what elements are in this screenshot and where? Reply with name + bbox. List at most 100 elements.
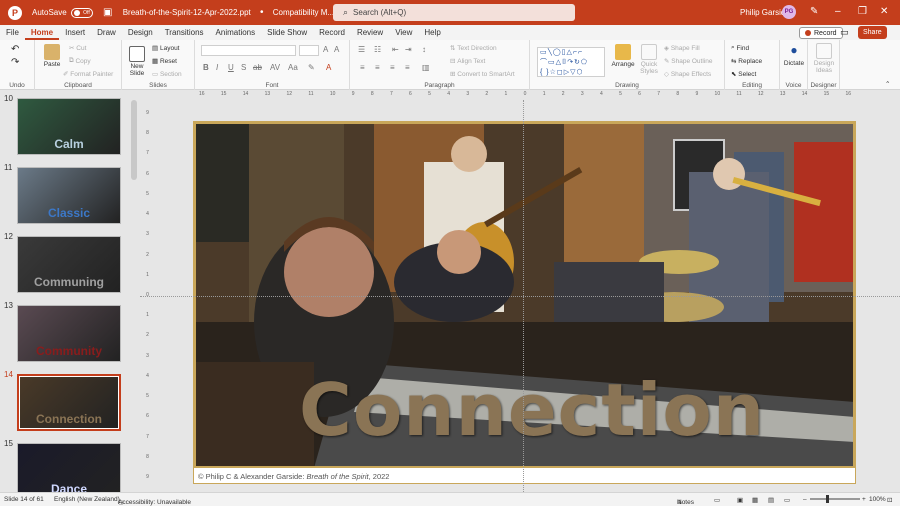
tab-help[interactable]: Help (418, 25, 446, 40)
slide-number: 15 (4, 439, 13, 448)
record-button[interactable]: Record (799, 27, 843, 39)
save-icon[interactable]: ▣ (101, 6, 115, 20)
tab-transitions[interactable]: Transitions (159, 25, 210, 40)
section-button[interactable]: ▭ Section (152, 70, 182, 79)
slide-thumbnail[interactable]: Community (17, 305, 121, 362)
bullets-icon[interactable]: ☰ (358, 45, 365, 54)
align-text-button[interactable]: ⊟ Align Text (450, 57, 485, 66)
normal-view-icon[interactable]: ▣ (737, 496, 743, 504)
tab-slide-show[interactable]: Slide Show (261, 25, 313, 40)
pen-icon[interactable]: ✎ (810, 6, 818, 17)
shape-outline-button[interactable]: ✎ Shape Outline (664, 57, 712, 66)
italic-icon[interactable]: I (216, 63, 218, 72)
thumbnail-scrollbar[interactable] (131, 100, 137, 180)
fit-to-window-icon[interactable]: ⊡ (887, 496, 892, 504)
numbering-icon[interactable]: ☷ (374, 45, 381, 54)
underline-icon[interactable]: U (228, 63, 234, 72)
minimize-icon[interactable]: – (835, 6, 841, 17)
slide-sorter-icon[interactable]: ▦ (752, 496, 758, 504)
tab-draw[interactable]: Draw (91, 25, 122, 40)
compatibility-mode-label[interactable]: Compatibility M... (273, 8, 334, 17)
tab-file[interactable]: File (0, 25, 25, 40)
justify-icon[interactable]: ≡ (405, 63, 410, 72)
clipboard-group-label: Clipboard (64, 82, 92, 89)
new-slide-button[interactable]: New Slide (126, 46, 148, 77)
dictate-button[interactable]: ● Dictate (782, 43, 806, 67)
tab-record[interactable]: Record (313, 25, 351, 40)
reading-view-icon[interactable]: ▤ (768, 496, 774, 504)
shape-effects-button[interactable]: ◇ Shape Effects (664, 70, 711, 79)
decrease-indent-icon[interactable]: ⇤ (392, 45, 399, 54)
search-box[interactable]: ⌕ Search (Alt+Q) (333, 4, 575, 21)
slide-counter[interactable]: Slide 14 of 61 (4, 496, 44, 503)
zoom-slider-knob[interactable] (826, 495, 829, 503)
shadow-icon[interactable]: S (241, 63, 246, 72)
zoom-in-icon[interactable]: + (862, 496, 866, 503)
bold-icon[interactable]: B (203, 63, 209, 72)
autosave-toggle[interactable]: Off (70, 7, 93, 18)
tab-insert[interactable]: Insert (59, 25, 91, 40)
zoom-slider[interactable] (810, 498, 860, 500)
slide-caption[interactable]: © Philip C & Alexander Garside: Breath o… (198, 472, 389, 481)
design-ideas-button[interactable]: Design Ideas (810, 43, 838, 74)
vertical-guide[interactable] (523, 100, 524, 492)
spacing-icon[interactable]: AV (270, 63, 280, 72)
paste-button[interactable]: Paste (39, 44, 65, 68)
language-status[interactable]: English (New Zealand) (54, 496, 120, 503)
align-right-icon[interactable]: ≡ (390, 63, 395, 72)
ruler-tick: 2 (561, 91, 565, 97)
slide-thumbnail[interactable]: Classic (17, 167, 121, 224)
tab-view[interactable]: View (389, 25, 418, 40)
convert-smartart-button[interactable]: ⊞ Convert to SmartArt (450, 70, 515, 79)
font-color-icon[interactable]: A (326, 63, 331, 72)
slide-thumbnail[interactable]: Connection (17, 374, 121, 431)
tab-review[interactable]: Review (351, 25, 389, 40)
font-size-combo[interactable] (299, 45, 319, 56)
tab-home[interactable]: Home (24, 25, 60, 40)
collapse-ribbon-icon[interactable]: ⌃ (885, 80, 890, 88)
copy-button[interactable]: ⧉ Copy (69, 57, 91, 65)
avatar[interactable]: PG (782, 5, 796, 19)
slide-thumbnail[interactable]: Communing (17, 236, 121, 293)
line-spacing-icon[interactable]: ↕ (422, 45, 426, 54)
format-painter-button[interactable]: ✐ Format Painter (63, 70, 113, 79)
columns-icon[interactable]: ▥ (422, 63, 430, 72)
restore-icon[interactable]: ❐ (858, 6, 867, 17)
strikethrough-icon[interactable]: ab (253, 63, 262, 72)
select-button[interactable]: ⬉ Select (731, 70, 756, 79)
decrease-font-icon[interactable]: A (334, 45, 339, 54)
case-icon[interactable]: Aa (288, 63, 298, 72)
layout-button[interactable]: ▤ Layout (152, 44, 180, 53)
quick-styles-button[interactable]: Quick Styles (638, 44, 660, 75)
current-slide[interactable]: Connection © Philip C & Alexander Garsid… (193, 121, 856, 484)
tab-animations[interactable]: Animations (210, 25, 262, 40)
replace-button[interactable]: ⇆ Replace (731, 57, 762, 66)
share-button[interactable]: Share (858, 26, 887, 39)
redo-icon[interactable]: ↷ (11, 57, 19, 68)
align-center-icon[interactable]: ≡ (375, 63, 380, 72)
find-button[interactable]: ⌕ Find (731, 44, 749, 52)
zoom-level[interactable]: 100% (869, 496, 886, 503)
slide-title[interactable]: Connection (299, 368, 765, 452)
comments-status-icon[interactable]: ▭ (714, 496, 720, 504)
undo-icon[interactable]: ↶ (11, 44, 19, 55)
increase-font-icon[interactable]: A (323, 45, 328, 54)
arrange-button[interactable]: Arrange (610, 44, 636, 68)
shape-fill-button[interactable]: ◈ Shape Fill (664, 44, 700, 53)
reset-button[interactable]: ▦ Reset (152, 57, 177, 66)
close-icon[interactable]: ✕ (880, 6, 888, 17)
horizontal-guide[interactable] (140, 296, 900, 297)
shapes-gallery[interactable]: ▭╲◯▯△⌐⌐ ⌒▭△⌷↷↻⬠{ }☆◻▷▽⬡ (537, 47, 605, 77)
align-left-icon[interactable]: ≡ (360, 63, 365, 72)
increase-indent-icon[interactable]: ⇥ (405, 45, 412, 54)
comment-icon[interactable]: ▭ (840, 27, 849, 38)
slideshow-icon[interactable]: ▭ (784, 496, 790, 504)
tab-design[interactable]: Design (122, 25, 159, 40)
cut-button[interactable]: ✂ Cut (69, 44, 86, 53)
highlight-icon[interactable]: ✎ (308, 63, 315, 72)
slide-thumbnail[interactable]: Calm (17, 98, 121, 155)
font-name-combo[interactable] (201, 45, 296, 56)
text-direction-button[interactable]: ⇅ Text Direction (450, 44, 497, 53)
ruler-tick: 6 (409, 91, 412, 97)
zoom-out-icon[interactable]: – (803, 496, 807, 503)
